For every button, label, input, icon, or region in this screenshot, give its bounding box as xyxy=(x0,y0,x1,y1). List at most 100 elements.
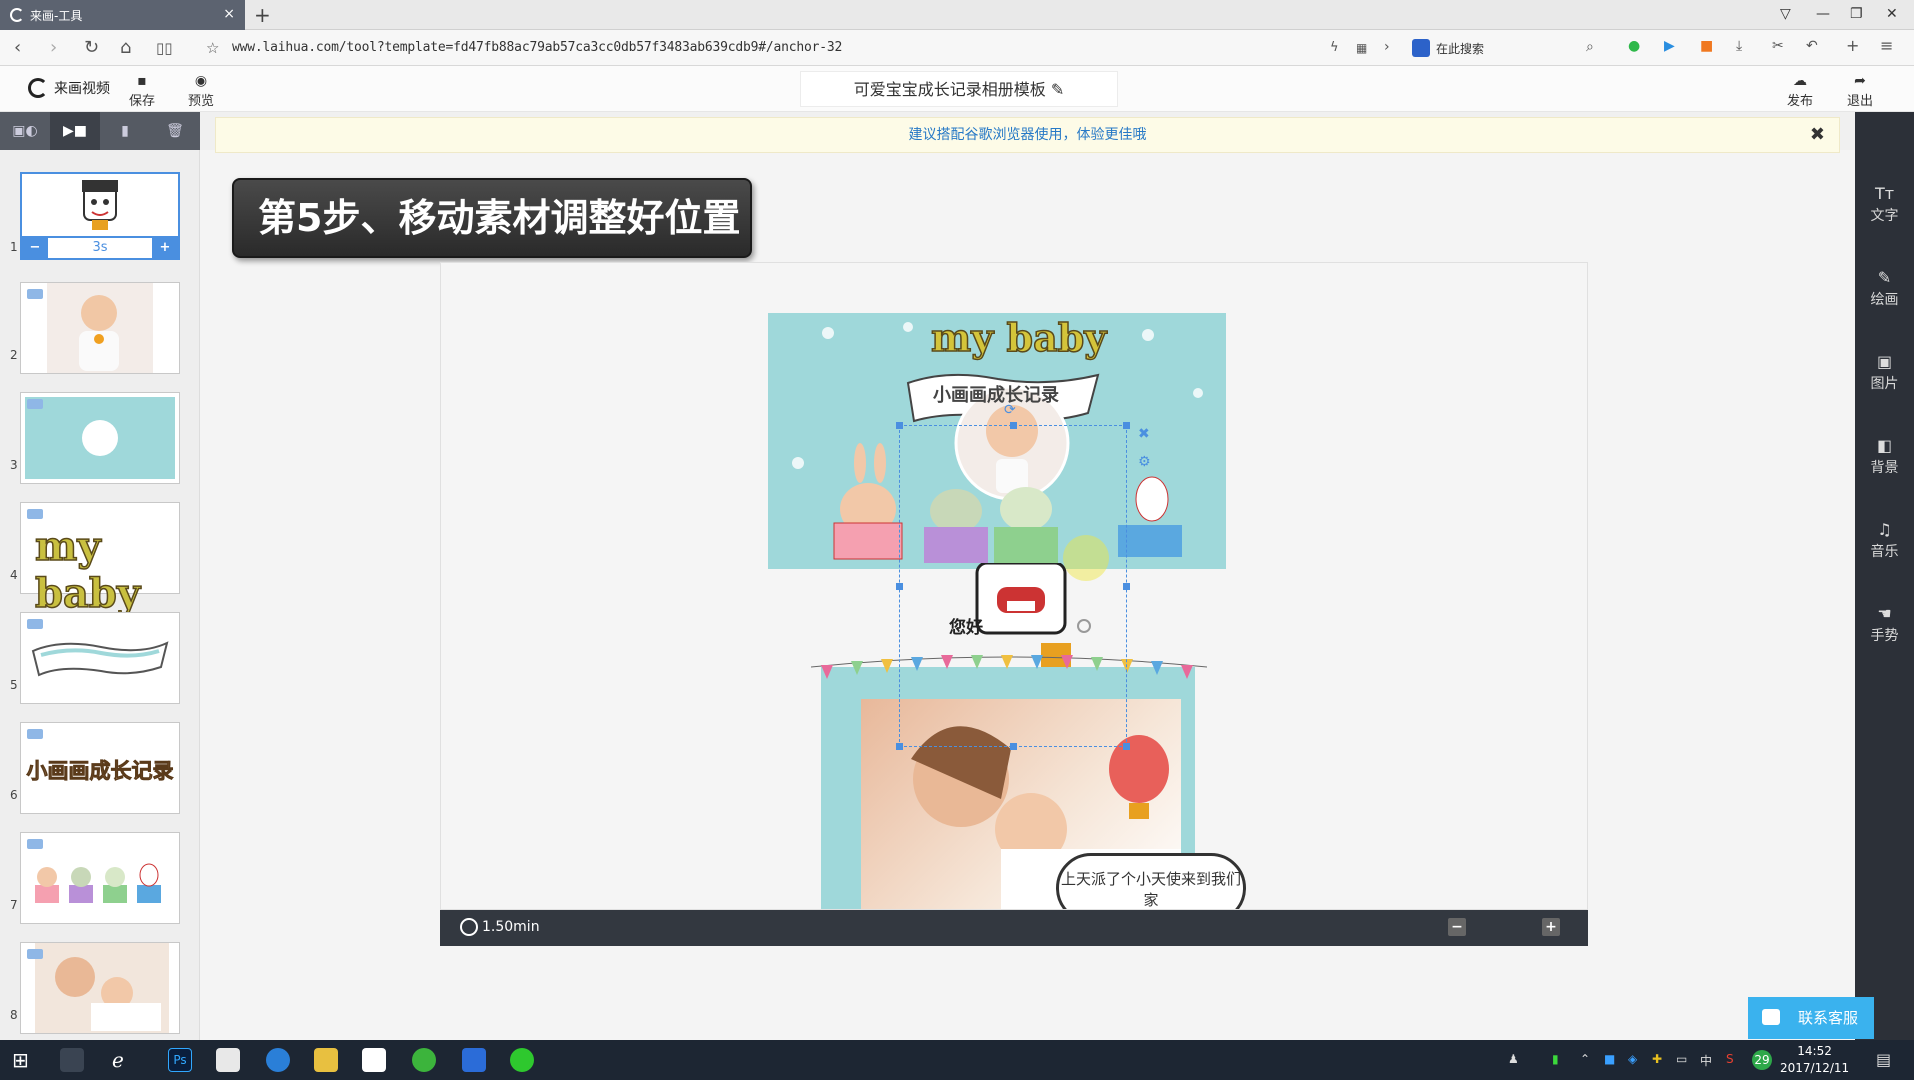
duration-value[interactable]: 3s xyxy=(48,238,152,258)
editing-canvas[interactable]: my baby 小画画成长记录 您好 上天派了个小天使来到我们家 ⟳ ✖ ⚙ xyxy=(440,262,1588,910)
search-icon[interactable]: ⌕ xyxy=(1586,39,1594,55)
search-engine-icon[interactable] xyxy=(1412,39,1430,57)
system-clock[interactable]: 14:52 2017/12/11 xyxy=(1780,1043,1849,1077)
delete-icon[interactable]: 🗑 xyxy=(150,112,200,150)
lightning-icon[interactable]: ϟ xyxy=(1330,40,1339,55)
notification-count-badge[interactable]: 29 xyxy=(1752,1050,1772,1070)
delete-element-icon[interactable]: ✖ xyxy=(1138,426,1150,442)
resize-handle[interactable] xyxy=(896,583,903,590)
add-icon[interactable]: + xyxy=(1846,36,1859,55)
camera-toggle-icon[interactable]: ▣◐ xyxy=(0,112,50,150)
resize-handle[interactable] xyxy=(896,422,903,429)
video-icon[interactable]: ■ xyxy=(1700,38,1713,54)
word-icon[interactable] xyxy=(462,1048,486,1072)
draw-tool[interactable]: ✎ 绘画 xyxy=(1855,268,1914,309)
chevron-right-icon[interactable]: › xyxy=(1384,39,1390,55)
zoom-out-button[interactable]: − xyxy=(1448,918,1466,936)
search-box[interactable]: 在此搜索 xyxy=(1412,36,1602,60)
resize-handle[interactable] xyxy=(1123,583,1130,590)
save-button[interactable]: ▪ 保存 xyxy=(122,72,162,109)
document-title[interactable]: 可爱宝宝成长记录相册模板 ✎ xyxy=(800,71,1118,107)
resize-handle[interactable] xyxy=(1123,743,1130,750)
play-icon[interactable]: ▶ xyxy=(1664,38,1675,54)
slide-thumb-8[interactable] xyxy=(20,942,180,1034)
home-button[interactable]: ⌂ xyxy=(120,37,131,58)
slide-thumb-6[interactable]: 小画画成长记录 xyxy=(20,722,180,814)
selection-box[interactable]: ⟳ ✖ ⚙ xyxy=(896,402,1151,750)
slide-thumb-5[interactable] xyxy=(20,612,180,704)
preview-button[interactable]: ◉ 预览 xyxy=(181,72,221,109)
back-button[interactable]: ‹ xyxy=(14,37,21,58)
new-tab-button[interactable]: + xyxy=(254,3,271,27)
ribbon-title[interactable]: 小画画成长记录 xyxy=(933,381,1059,407)
network-icon[interactable]: ▭ xyxy=(1676,1052,1687,1066)
undo-icon[interactable]: ↶ xyxy=(1806,38,1818,54)
store-icon[interactable] xyxy=(216,1048,240,1072)
mail-icon[interactable] xyxy=(362,1048,386,1072)
speech-bubble[interactable]: 上天派了个小天使来到我们家 xyxy=(1056,853,1246,909)
slide-thumb-2[interactable] xyxy=(20,282,180,374)
minimize-button[interactable]: — xyxy=(1816,6,1830,22)
resize-handle[interactable] xyxy=(1123,422,1130,429)
close-window-button[interactable]: ✕ xyxy=(1886,6,1898,22)
download-icon[interactable]: ⤓ xyxy=(1736,38,1742,54)
green-app-icon[interactable] xyxy=(412,1048,436,1072)
star-icon[interactable]: ☆ xyxy=(206,39,219,57)
windows-start-icon[interactable]: ⊞ xyxy=(12,1048,36,1072)
slide-thumb-3[interactable] xyxy=(20,392,180,484)
image-tool[interactable]: ▣ 图片 xyxy=(1855,352,1914,393)
app-icon[interactable] xyxy=(60,1048,84,1072)
duration-stepper[interactable]: − 3s + xyxy=(20,236,180,260)
shield-icon[interactable]: ◈ xyxy=(1628,1052,1637,1066)
publish-button[interactable]: ☁ 发布 xyxy=(1780,72,1820,109)
camera-icon[interactable]: ▶■ xyxy=(50,112,100,150)
scissors-icon[interactable]: ✂ xyxy=(1772,38,1784,54)
restore-button[interactable]: ❐ xyxy=(1850,6,1863,22)
browser-tab[interactable]: 来画-工具 × xyxy=(0,0,245,30)
customer-service-button[interactable]: 联系客服 xyxy=(1748,997,1874,1039)
browser-icon[interactable] xyxy=(266,1048,290,1072)
url-field[interactable]: www.laihua.com/tool?template=fd47fb88ac7… xyxy=(232,40,842,55)
ie-icon[interactable]: ℯ xyxy=(112,1048,136,1072)
copy-icon[interactable]: ▮ xyxy=(100,112,150,150)
photoshop-icon[interactable]: Ps xyxy=(168,1048,192,1072)
background-tool[interactable]: ◧ 背景 xyxy=(1855,436,1914,477)
zoom-in-button[interactable]: + xyxy=(1542,918,1560,936)
notice-close-icon[interactable]: ✖ xyxy=(1810,118,1825,152)
wechat-icon[interactable]: ● xyxy=(1628,38,1640,54)
settings-gear-icon[interactable]: ⚙ xyxy=(1138,454,1151,470)
resize-handle[interactable] xyxy=(1010,743,1017,750)
action-center-icon[interactable]: ▤ xyxy=(1876,1050,1891,1069)
tab-close-icon[interactable]: × xyxy=(223,6,235,22)
edit-pencil-icon[interactable]: ✎ xyxy=(1051,80,1064,99)
ime-indicator[interactable]: 中 xyxy=(1700,1052,1712,1069)
folder-icon[interactable] xyxy=(314,1048,338,1072)
forward-button[interactable]: › xyxy=(50,37,57,58)
text-tool[interactable]: Tт 文字 xyxy=(1855,184,1914,225)
gesture-tool[interactable]: ☚ 手势 xyxy=(1855,604,1914,645)
sogou-icon[interactable]: S xyxy=(1726,1052,1734,1066)
wechat-app-icon[interactable] xyxy=(510,1048,534,1072)
duration-increase-button[interactable]: + xyxy=(152,238,178,258)
pin-icon[interactable]: ▽ xyxy=(1780,6,1791,22)
app-logo[interactable]: 来画视频 xyxy=(28,78,110,98)
menu-icon[interactable]: ≡ xyxy=(1880,36,1893,55)
rotate-icon[interactable]: ⟳ xyxy=(1004,402,1016,418)
tray-app-icon[interactable]: ■ xyxy=(1604,1052,1615,1066)
tray-plus-icon[interactable]: ✚ xyxy=(1652,1052,1662,1066)
reader-icon[interactable]: ▯▯ xyxy=(156,39,173,57)
slide-thumb-4[interactable]: my baby xyxy=(20,502,180,618)
grid-icon[interactable]: ▦ xyxy=(1356,41,1367,55)
people-icon[interactable]: ♟ xyxy=(1508,1052,1519,1066)
resize-handle[interactable] xyxy=(896,743,903,750)
reload-button[interactable]: ↻ xyxy=(84,37,99,58)
battery-icon[interactable]: ▮ xyxy=(1552,1052,1559,1066)
my-baby-title[interactable]: my baby xyxy=(930,314,1107,361)
slide-thumb-1[interactable] xyxy=(20,172,180,238)
slide-thumb-7[interactable] xyxy=(20,832,180,924)
tray-expand-icon[interactable]: ⌃ xyxy=(1580,1052,1590,1066)
resize-handle[interactable] xyxy=(1010,422,1017,429)
duration-decrease-button[interactable]: − xyxy=(22,238,48,258)
music-tool[interactable]: ♫ 音乐 xyxy=(1855,520,1914,561)
exit-button[interactable]: ➦ 退出 xyxy=(1840,72,1880,109)
